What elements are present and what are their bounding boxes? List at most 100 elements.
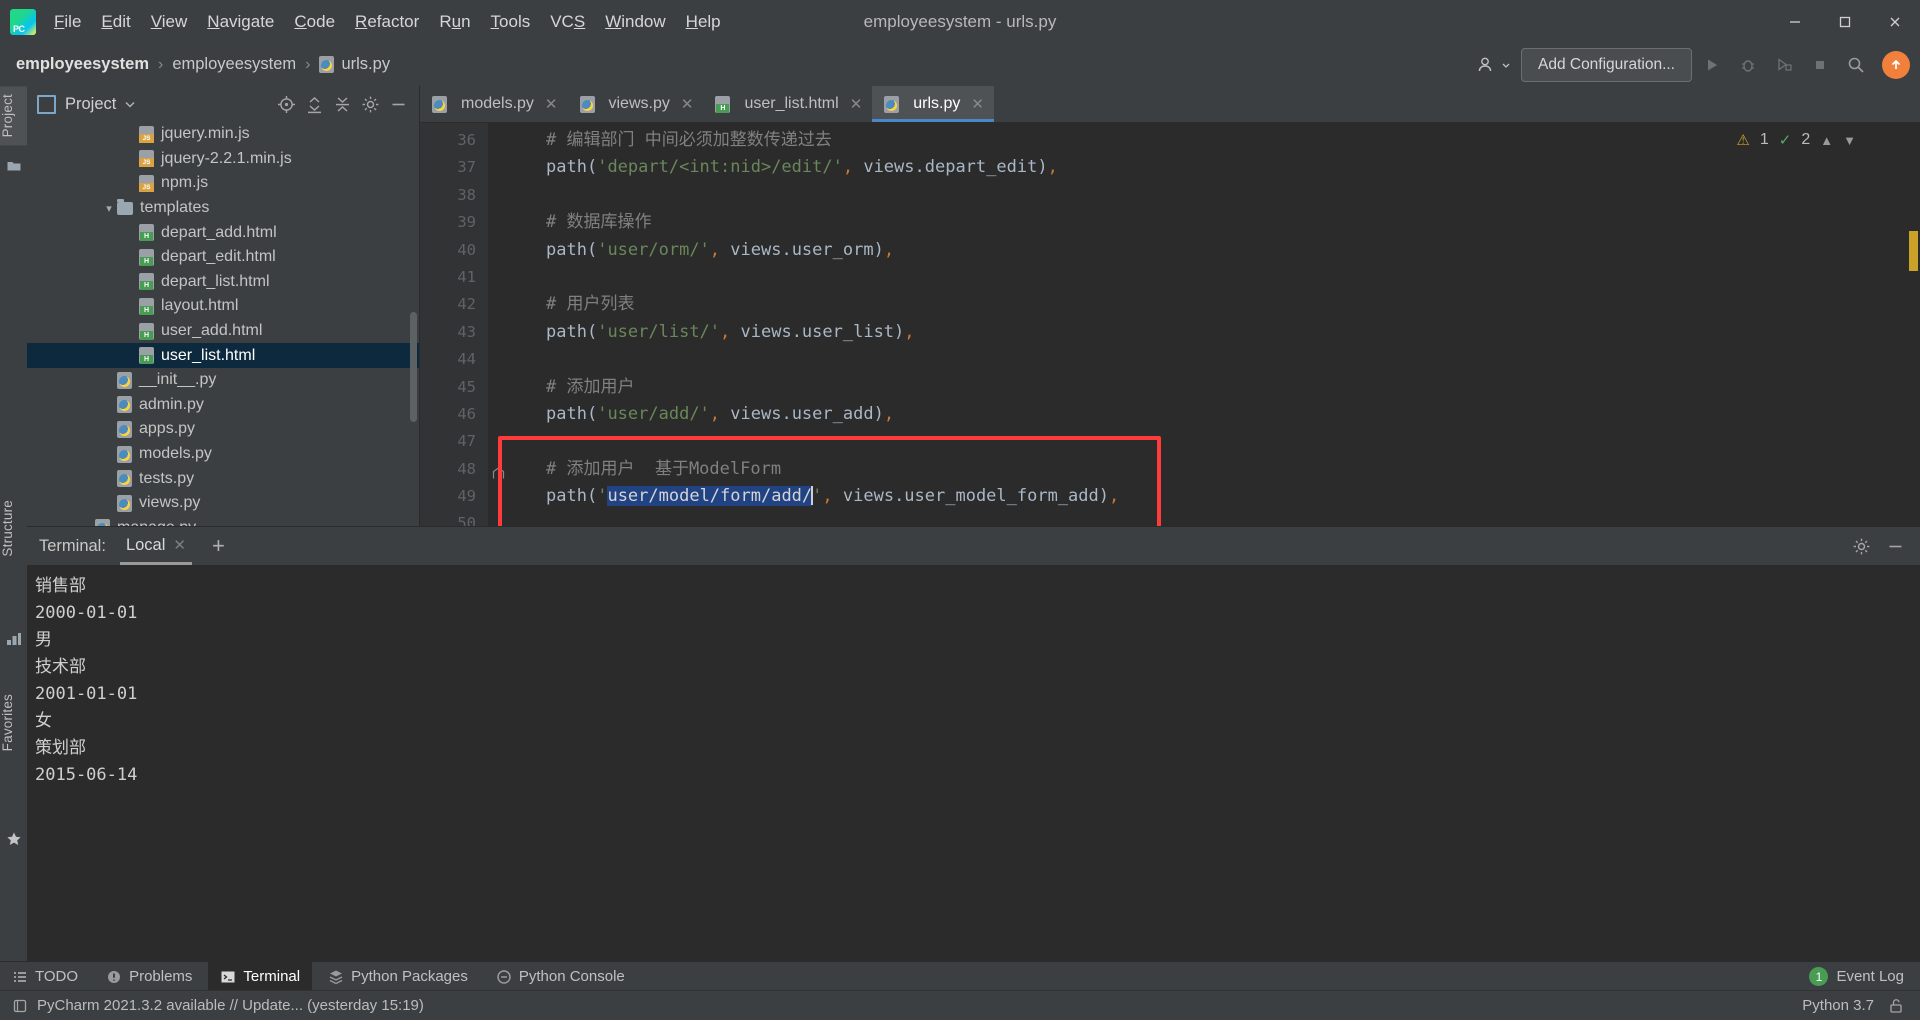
editor-tab-views-py[interactable]: views.py ✕ <box>567 86 704 122</box>
tree-item-views-py[interactable]: views.py <box>27 491 419 516</box>
close-icon[interactable] <box>1870 0 1920 43</box>
code-fold-icon[interactable] <box>492 467 506 481</box>
close-tab-icon[interactable]: ✕ <box>971 95 984 113</box>
code-line[interactable]: path('user/model/form/add/', views.user_… <box>488 483 1920 510</box>
updates-available-icon[interactable] <box>1882 50 1910 79</box>
editor-tab-urls-py[interactable]: urls.py ✕ <box>872 86 994 122</box>
breadcrumb-item-employeesystem[interactable]: employeesystem <box>16 55 149 74</box>
hide-panel-icon[interactable] <box>1884 535 1906 557</box>
minimize-icon[interactable] <box>1770 0 1820 43</box>
python-file-icon <box>117 396 132 414</box>
close-tab-icon[interactable]: ✕ <box>173 536 186 554</box>
tree-item-user_list-html[interactable]: user_list.html <box>27 343 419 368</box>
search-everywhere-icon[interactable] <box>1840 49 1872 81</box>
menu-item-edit[interactable]: Edit <box>91 8 140 36</box>
tree-item-user_add-html[interactable]: user_add.html <box>27 319 419 344</box>
tree-item-depart_add-html[interactable]: depart_add.html <box>27 220 419 245</box>
notification-icon[interactable] <box>12 998 28 1014</box>
debug-icon[interactable] <box>1732 49 1764 81</box>
event-log-button[interactable]: Event Log <box>1836 968 1904 985</box>
chevron-down-icon[interactable]: ▼ <box>1843 133 1856 148</box>
code-line[interactable] <box>488 428 1920 455</box>
menu-item-run[interactable]: Run <box>429 8 480 36</box>
tree-item-templates[interactable]: ▾ templates <box>27 196 419 221</box>
tree-item-__init__-py[interactable]: __init__.py <box>27 368 419 393</box>
menu-item-tools[interactable]: Tools <box>481 8 541 36</box>
unlocked-icon[interactable] <box>1888 998 1904 1014</box>
code-editor[interactable]: 36 37 38 39 40 41 42 43 44 45 46 47 48 49 50 # 编辑部门 中间… <box>420 123 1920 527</box>
tree-item-jquery-2-2-1-min-js[interactable]: jquery-2.2.1.min.js <box>27 147 419 172</box>
code-line[interactable]: path('user/add/', views.user_add), <box>488 401 1920 428</box>
settings-gear-icon[interactable] <box>359 93 381 115</box>
code-line[interactable]: # 添加用户 <box>488 374 1920 401</box>
tree-item-depart_edit-html[interactable]: depart_edit.html <box>27 245 419 270</box>
breadcrumb-item-employeesystem[interactable]: employeesystem <box>172 55 296 74</box>
code-content[interactable]: # 编辑部门 中间必须加整数传递过去 path('depart/<int:nid>… <box>488 123 1920 527</box>
menu-item-code[interactable]: Code <box>284 8 345 36</box>
menu-item-window[interactable]: Window <box>595 8 675 36</box>
chevron-down-icon[interactable] <box>124 98 136 110</box>
chevron-up-icon[interactable]: ▲ <box>1820 133 1833 148</box>
chevron-down-icon[interactable]: ▾ <box>101 202 117 215</box>
editor-tab-models-py[interactable]: models.py ✕ <box>420 86 568 122</box>
editor-tab-label: models.py <box>461 95 534 112</box>
terminal-output[interactable]: 销售部 2000-01-01 男技术部 2001-01-01 女策划部 2015-06-1… <box>27 565 1920 962</box>
sidebar-item-favorites[interactable]: Favorites <box>0 686 27 759</box>
project-tree-scrollbar[interactable] <box>410 312 417 422</box>
tree-item-manage-py[interactable]: manage.py <box>27 516 419 526</box>
settings-gear-icon[interactable] <box>1850 535 1872 557</box>
menu-item-vcs[interactable]: VCS <box>540 8 595 36</box>
menu-item-help[interactable]: Help <box>676 8 731 36</box>
tree-item-layout-html[interactable]: layout.html <box>27 294 419 319</box>
run-coverage-icon[interactable] <box>1768 49 1800 81</box>
code-line[interactable]: # 用户列表 <box>488 291 1920 318</box>
tree-item-npm-js[interactable]: npm.js <box>27 171 419 196</box>
close-tab-icon[interactable]: ✕ <box>545 95 558 113</box>
tree-item-jquery-min-js[interactable]: jquery.min.js <box>27 122 419 147</box>
sidebar-item-structure[interactable]: Structure <box>0 492 27 565</box>
expand-all-icon[interactable] <box>303 93 325 115</box>
user-account-icon[interactable] <box>1470 50 1517 80</box>
select-opened-file-icon[interactable] <box>275 93 297 115</box>
menu-item-navigate[interactable]: Navigate <box>197 8 284 36</box>
add-tab-icon[interactable]: + <box>206 533 231 559</box>
code-line[interactable]: # 添加用户 基于ModelForm <box>488 456 1920 483</box>
close-tab-icon[interactable]: ✕ <box>850 95 863 113</box>
code-line[interactable]: # 编辑部门 中间必须加整数传递过去 <box>488 127 1920 154</box>
stop-icon[interactable] <box>1804 49 1836 81</box>
project-tree[interactable]: jquery.min.js jquery-2.2.1.min.js npm.js ▾ t… <box>27 122 419 526</box>
code-line[interactable] <box>488 182 1920 209</box>
close-tab-icon[interactable]: ✕ <box>681 95 694 113</box>
code-line[interactable] <box>488 346 1920 373</box>
tree-item-apps-py[interactable]: apps.py <box>27 417 419 442</box>
code-line[interactable] <box>488 264 1920 291</box>
tree-item-tests-py[interactable]: tests.py <box>27 466 419 491</box>
status-message[interactable]: PyCharm 2021.3.2 available // Update... … <box>37 997 424 1014</box>
menu-item-file[interactable]: File <box>44 8 91 36</box>
code-token: , <box>883 403 895 424</box>
code-line[interactable]: path('depart/<int:nid>/edit/', views.dep… <box>488 154 1920 181</box>
menu-item-view[interactable]: View <box>141 8 198 36</box>
interpreter-label[interactable]: Python 3.7 <box>1802 997 1874 1014</box>
menu-item-refactor[interactable]: Refactor <box>345 8 429 36</box>
run-icon[interactable] <box>1696 49 1728 81</box>
code-line[interactable]: path('user/orm/', views.user_orm), <box>488 237 1920 264</box>
terminal-tab-local[interactable]: Local ✕ <box>119 528 192 565</box>
favorites-star-icon[interactable] <box>6 831 22 847</box>
add-configuration-button[interactable]: Add Configuration... <box>1520 47 1692 82</box>
structure-strip-icon[interactable] <box>6 631 22 647</box>
maximize-icon[interactable] <box>1820 0 1870 43</box>
code-line[interactable] <box>488 510 1920 527</box>
breadcrumb-item-urls-py[interactable]: urls.py <box>319 55 390 74</box>
inspection-widget[interactable]: ⚠ 1 ✓ 2 ▲ ▼ <box>1736 131 1856 149</box>
tree-item-admin-py[interactable]: admin.py <box>27 393 419 418</box>
tree-item-models-py[interactable]: models.py <box>27 442 419 467</box>
collapse-all-icon[interactable] <box>331 93 353 115</box>
code-line[interactable]: path('user/list/', views.user_list), <box>488 319 1920 346</box>
tree-item-depart_list-html[interactable]: depart_list.html <box>27 270 419 295</box>
sidebar-item-project[interactable]: Project <box>0 86 27 146</box>
hide-panel-icon[interactable] <box>387 93 409 115</box>
editor-tab-user_list-html[interactable]: user_list.html ✕ <box>703 86 873 122</box>
folder-strip-icon[interactable] <box>6 158 22 174</box>
code-line[interactable]: # 数据库操作 <box>488 209 1920 236</box>
